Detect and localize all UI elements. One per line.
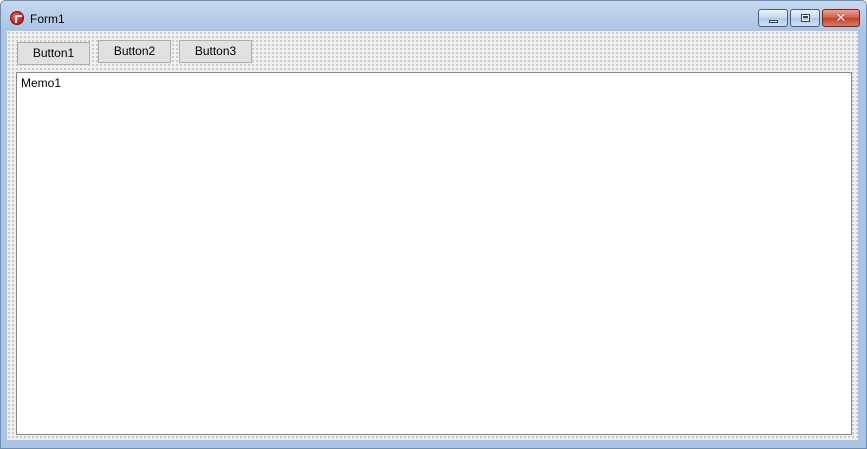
minimize-icon bbox=[769, 20, 778, 23]
restore-button[interactable] bbox=[790, 9, 820, 27]
close-icon: ✕ bbox=[835, 10, 847, 25]
app-icon[interactable] bbox=[10, 11, 24, 25]
memo-content: Memo1 bbox=[21, 76, 62, 90]
title-bar[interactable]: Form1 ✕ bbox=[1, 1, 866, 31]
button3[interactable]: Button3 bbox=[179, 40, 252, 63]
memo-textarea[interactable]: Memo1 bbox=[16, 72, 852, 435]
restore-icon bbox=[801, 14, 810, 22]
form-window[interactable]: Form1 ✕ Button1 Button2 Button3 Memo1 bbox=[0, 0, 867, 449]
close-button[interactable]: ✕ bbox=[822, 9, 860, 27]
button2[interactable]: Button2 bbox=[98, 40, 171, 63]
minimize-button[interactable] bbox=[758, 9, 788, 27]
window-title: Form1 bbox=[30, 12, 65, 26]
caption-buttons: ✕ bbox=[758, 9, 860, 27]
form-design-surface[interactable]: Button1 Button2 Button3 Memo1 bbox=[7, 31, 858, 440]
button1[interactable]: Button1 bbox=[17, 42, 90, 65]
